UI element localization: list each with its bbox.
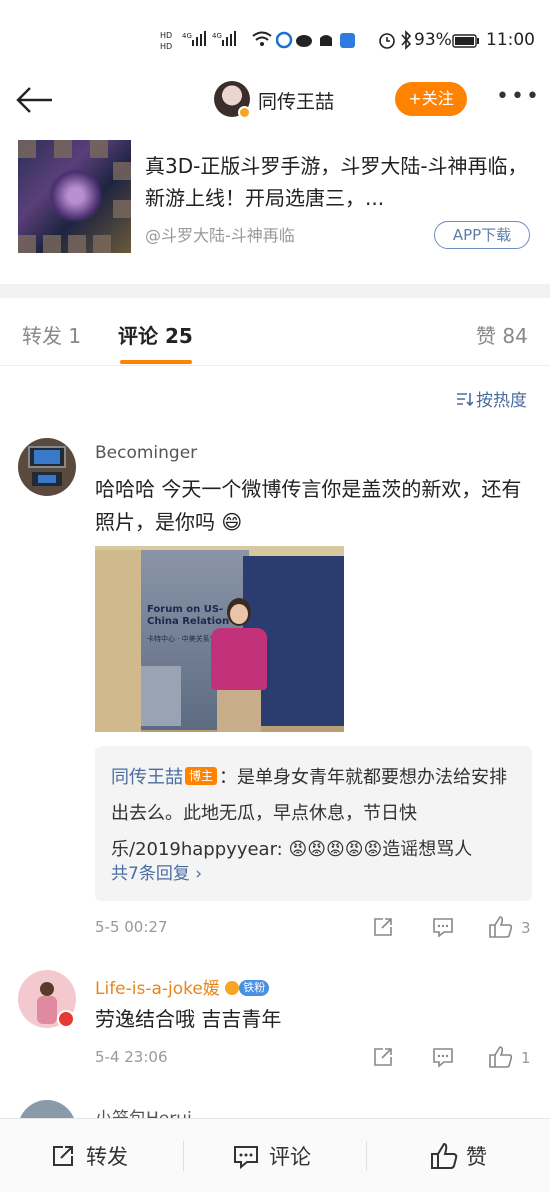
comment-timestamp: 5-5 00:27 (95, 918, 168, 936)
host-badge: 博主 (185, 767, 218, 785)
repost-button[interactable]: 转发 (86, 1141, 128, 1171)
comment-photo[interactable]: Forum on US-China Relation 卡特中心 · 中美关系论坛 (95, 546, 344, 732)
tab-comments[interactable]: 评论 25 (118, 320, 193, 349)
comment-author-row: Life-is-a-joke媛 铁粉 (95, 974, 270, 999)
comment-timestamp: 5-4 23:06 (95, 1048, 168, 1066)
page-title[interactable]: 同传王喆 (258, 87, 334, 114)
app-download-button[interactable]: APP下载 (434, 221, 530, 249)
section-divider (0, 284, 550, 298)
like-count: 1 (521, 1049, 531, 1067)
divider (183, 1141, 184, 1171)
status-bar: HD HD 4G 4G 93% 11:00 (0, 0, 550, 70)
comment-author[interactable]: Life-is-a-joke媛 (95, 979, 220, 999)
bluetooth-icon (400, 30, 412, 54)
ad-title[interactable]: 真3D-正版斗罗手游，斗罗大陆-斗神再临，新游上线！开局选唐三，... (145, 150, 535, 214)
sort-by-popularity[interactable]: 按热度 (476, 386, 527, 411)
svg-text:4G: 4G (182, 32, 192, 40)
back-arrow-icon[interactable] (14, 84, 54, 120)
app-notification-icons (275, 30, 356, 54)
medal-icon (225, 981, 240, 995)
fan-badge-icon (57, 1010, 75, 1028)
comment-button[interactable]: 评论 (269, 1141, 311, 1171)
tab-likes[interactable]: 赞 84 (476, 320, 528, 349)
sort-icon[interactable] (455, 390, 474, 412)
divider (366, 1141, 367, 1171)
ad-source[interactable]: @斗罗大陆-斗神再临 (145, 222, 295, 246)
comment-icon[interactable] (233, 1143, 259, 1173)
follow-button[interactable]: +关注 (395, 82, 467, 116)
bottom-action-bar: 转发 评论 赞 (0, 1118, 550, 1192)
view-more-replies-link[interactable]: 共7条回复 › (111, 859, 202, 884)
comment-text: 哈哈哈 今天一个微博传言你是盖茨的新欢，还有照片，是你吗 😄 (95, 477, 522, 534)
battery-percent: 93% (414, 30, 452, 50)
avatar[interactable] (18, 438, 76, 496)
more-options-icon[interactable]: ••• (496, 84, 541, 109)
repost-icon[interactable] (50, 1143, 76, 1173)
svg-text:HD: HD (160, 31, 172, 40)
like-button[interactable]: 赞 (466, 1141, 487, 1171)
like-icon[interactable] (488, 915, 514, 939)
tab-bar: 转发 1 评论 25 赞 84 (0, 298, 550, 366)
like-count: 3 (521, 919, 531, 937)
tab-repost[interactable]: 转发 1 (22, 320, 81, 349)
reply-preview[interactable]: 同传王喆 博主 ：是单身女青年就都要想办法给安排出去么。此地无瓜，早点休息，节日快乐… (95, 746, 532, 901)
ad-thumbnail[interactable] (18, 140, 131, 253)
reply-content: 同传王喆 博主 ：是单身女青年就都要想办法给安排出去么。此地无瓜，早点休息，节日快乐… (111, 760, 521, 868)
verified-badge-icon (238, 106, 251, 119)
wifi-icon (252, 31, 272, 51)
like-icon[interactable] (488, 1045, 514, 1069)
clock: 11:00 (486, 30, 535, 50)
fan-level-badge: 铁粉 (239, 980, 270, 996)
svg-text:HD: HD (160, 42, 172, 50)
share-icon[interactable] (372, 916, 394, 938)
alarm-icon (378, 31, 396, 53)
screen: HD HD 4G 4G 93% 11:00 同传王喆 +关注 ••• 真3D-正… (0, 0, 550, 1192)
battery-icon (452, 33, 480, 52)
tab-active-indicator (120, 360, 192, 364)
ad-card[interactable]: 真3D-正版斗罗手游，斗罗大陆-斗神再临，新游上线！开局选唐三，... @斗罗大… (0, 132, 550, 284)
reply-author[interactable]: 同传王喆 (111, 767, 183, 788)
like-icon[interactable] (430, 1142, 458, 1174)
comment-icon[interactable] (432, 1046, 454, 1068)
comment-author[interactable]: Becominger (95, 443, 197, 463)
comment-icon[interactable] (432, 916, 454, 938)
svg-text:4G: 4G (212, 32, 222, 40)
top-nav: 同传王喆 +关注 ••• (0, 70, 550, 132)
share-icon[interactable] (372, 1046, 394, 1068)
comment-text: 劳逸结合哦 吉吉青年 (95, 1007, 282, 1031)
signal-icon: HD HD 4G 4G (160, 28, 250, 51)
person-figure (203, 598, 273, 732)
